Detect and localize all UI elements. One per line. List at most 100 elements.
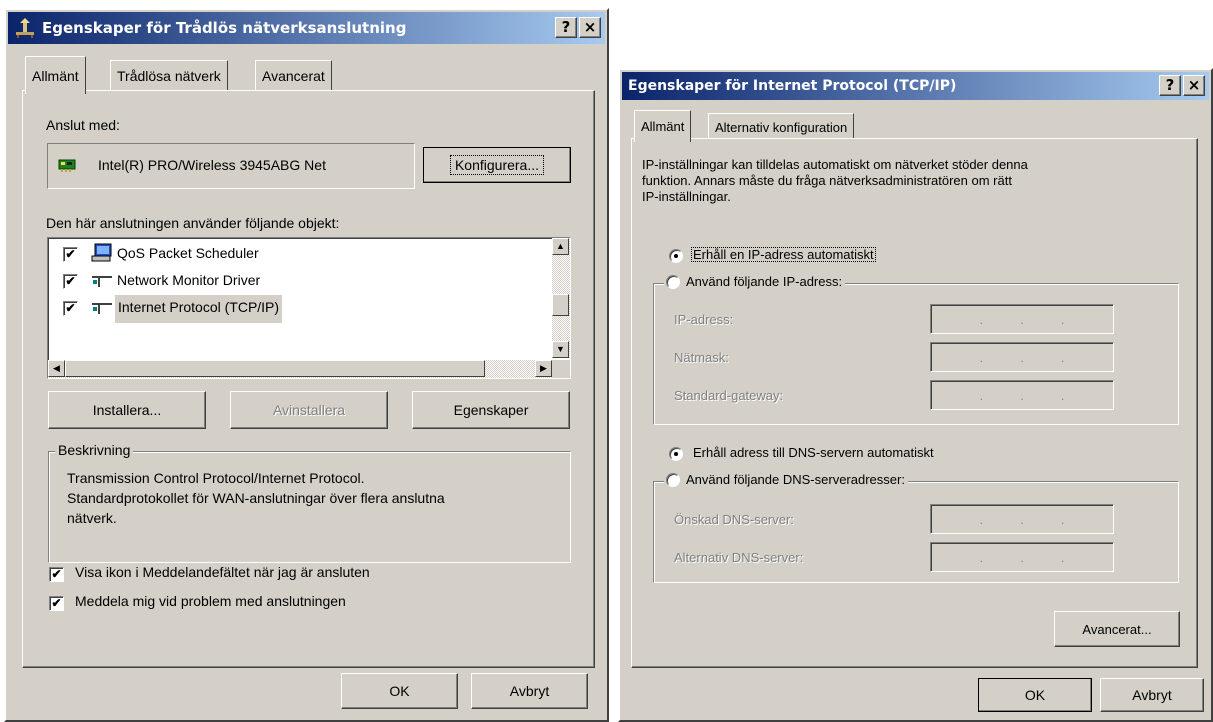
ip-address-input[interactable]: ... [930, 304, 1114, 334]
titlebar[interactable]: Egenskaper för Trådlös nätverksanslutnin… [8, 12, 605, 44]
description-group: Beskrivning Transmission Control Protoco… [48, 442, 571, 563]
item-label: QoS Packet Scheduler [117, 245, 259, 261]
preferred-dns-label: Önskad DNS-server: [674, 512, 794, 527]
auto-ip-radio[interactable] [669, 249, 683, 263]
subnet-input[interactable]: ... [930, 342, 1114, 372]
ip-address-group: Använd följande IP-adress: IP-adress: ..… [653, 274, 1179, 425]
ip-dot: . [1020, 551, 1024, 565]
install-label: Installera... [92, 402, 162, 418]
adapter-field: Intel(R) PRO/Wireless 3945ABG Net [47, 143, 415, 189]
intro-line: IP-inställningar. [642, 189, 731, 204]
configure-button[interactable]: Konfigurera... [423, 147, 571, 183]
alternate-dns-input[interactable]: ... [930, 542, 1114, 572]
notify-label: Meddela mig vid problem med anslutningen [75, 593, 346, 609]
cancel-button[interactable]: Avbryt [471, 673, 588, 709]
horizontal-scrollbar[interactable]: ◀ ▶ [48, 360, 552, 378]
uninstall-button[interactable]: Avinstallera [230, 391, 388, 429]
ip-dot: . [1060, 551, 1065, 565]
item-label: Network Monitor Driver [117, 272, 261, 288]
auto-dns-label: Erhåll adress till DNS-servern automatis… [693, 445, 934, 460]
cancel-button[interactable]: Avbryt [1100, 678, 1204, 712]
tab-advanced[interactable]: Avancerat [255, 60, 332, 90]
show-icon-checkbox[interactable]: ✔ [49, 567, 64, 582]
scroll-down-icon[interactable]: ▼ [552, 341, 569, 358]
ok-label: OK [389, 683, 410, 699]
alternate-dns-label: Alternativ DNS-server: [674, 550, 804, 565]
scroll-right-icon[interactable]: ▶ [535, 360, 552, 377]
vertical-scrollbar[interactable]: ▲ ▼ [552, 238, 570, 358]
manual-dns-radio[interactable] [666, 473, 680, 487]
ip-dot: . [979, 351, 983, 365]
cancel-label: Avbryt [509, 683, 550, 699]
protocol-icon [92, 276, 112, 287]
ip-dot: . [979, 513, 983, 527]
network-connection-icon [16, 18, 34, 38]
notify-checkbox[interactable]: ✔ [49, 596, 64, 611]
item-checkbox[interactable]: ✔ [63, 301, 78, 316]
manual-ip-label: Använd följande IP-adress: [686, 274, 843, 289]
scroll-thumb[interactable] [552, 294, 569, 316]
description-line: Transmission Control Protocol/Internet P… [67, 470, 365, 486]
adapter-name: Intel(R) PRO/Wireless 3945ABG Net [98, 157, 326, 173]
ok-label: OK [1024, 687, 1046, 703]
ip-dot: . [1060, 389, 1065, 403]
ip-dot: . [1020, 513, 1024, 527]
tab-wireless-networks[interactable]: Trådlösa nätverk [110, 60, 228, 90]
uninstall-label: Avinstallera [272, 402, 346, 418]
tab-label: Allmänt [32, 67, 79, 84]
ip-dot: . [979, 389, 983, 403]
ip-dot: . [979, 313, 983, 327]
network-adapter-icon [58, 159, 76, 172]
ok-button[interactable]: OK [341, 673, 458, 709]
intro-line: IP-inställningar kan tilldelas automatis… [642, 157, 1028, 172]
cancel-label: Avbryt [1132, 687, 1172, 703]
components-list[interactable]: ✔ QoS Packet Scheduler ✔ Network Monitor… [47, 237, 571, 379]
item-checkbox[interactable]: ✔ [63, 247, 78, 262]
manual-dns-legend: Använd följande DNS-serveradresser: [664, 472, 908, 487]
advanced-button[interactable]: Avancerat... [1054, 611, 1180, 647]
manual-dns-label: Använd följande DNS-serveradresser: [686, 472, 905, 487]
scroll-thumb[interactable] [65, 360, 485, 377]
auto-dns-radio[interactable] [669, 447, 683, 461]
advanced-label: Avancerat... [1082, 621, 1152, 637]
gateway-label: Standard-gateway: [674, 388, 784, 403]
preferred-dns-input[interactable]: ... [930, 504, 1114, 534]
gateway-input[interactable]: ... [930, 380, 1114, 410]
tab-label: Allmänt [641, 119, 685, 134]
ip-address-label: IP-adress: [674, 312, 734, 327]
titlebar[interactable]: Egenskaper för Internet Protocol (TCP/IP… [622, 72, 1209, 100]
subnet-label: Nätmask: [674, 350, 729, 365]
ok-button[interactable]: OK [978, 678, 1092, 712]
tab-label: Alternativ konfiguration [715, 119, 848, 135]
scroll-left-icon[interactable]: ◀ [48, 360, 65, 377]
tab-general[interactable]: Allmänt [634, 110, 692, 142]
ip-dot: . [1020, 313, 1024, 327]
protocol-icon [92, 303, 112, 314]
properties-button[interactable]: Egenskaper [412, 391, 570, 429]
item-label-selected: Internet Protocol (TCP/IP) [115, 295, 283, 323]
window-title: Egenskaper för Internet Protocol (TCP/IP… [628, 78, 957, 94]
scheduler-icon [91, 243, 112, 262]
description-line: nätverk. [67, 510, 117, 526]
description-legend: Beskrivning [55, 442, 134, 458]
help-button[interactable]: ? [555, 17, 577, 38]
tab-alternate-configuration[interactable]: Alternativ konfiguration [708, 113, 855, 140]
auto-ip-label: Erhåll en IP-adress automatiskt [691, 247, 876, 262]
install-button[interactable]: Installera... [48, 391, 206, 429]
manual-ip-radio[interactable] [666, 275, 680, 289]
scroll-up-icon[interactable]: ▲ [552, 238, 569, 255]
general-tab-panel: Anslut med: Intel(R) PRO/Wireless 3945AB… [22, 90, 595, 668]
tcpip-properties-dialog: Egenskaper för Internet Protocol (TCP/IP… [618, 68, 1213, 722]
dns-group: Använd följande DNS-serveradresser: Önsk… [653, 472, 1179, 583]
tab-general[interactable]: Allmänt [25, 56, 86, 94]
general-tab-panel: IP-inställningar kan tilldelas automatis… [631, 138, 1198, 668]
connect-using-label: Anslut med: [46, 117, 120, 133]
ip-dot: . [1020, 389, 1024, 403]
close-button[interactable]: × [1183, 75, 1205, 96]
item-checkbox[interactable]: ✔ [63, 274, 78, 289]
ip-dot: . [1060, 313, 1065, 327]
help-button[interactable]: ? [1159, 75, 1181, 96]
intro-line: funktion. Annars måste du fråga nätverks… [642, 173, 1012, 188]
close-button[interactable]: × [579, 17, 601, 38]
items-label: Den här anslutningen använder följande o… [46, 215, 340, 231]
